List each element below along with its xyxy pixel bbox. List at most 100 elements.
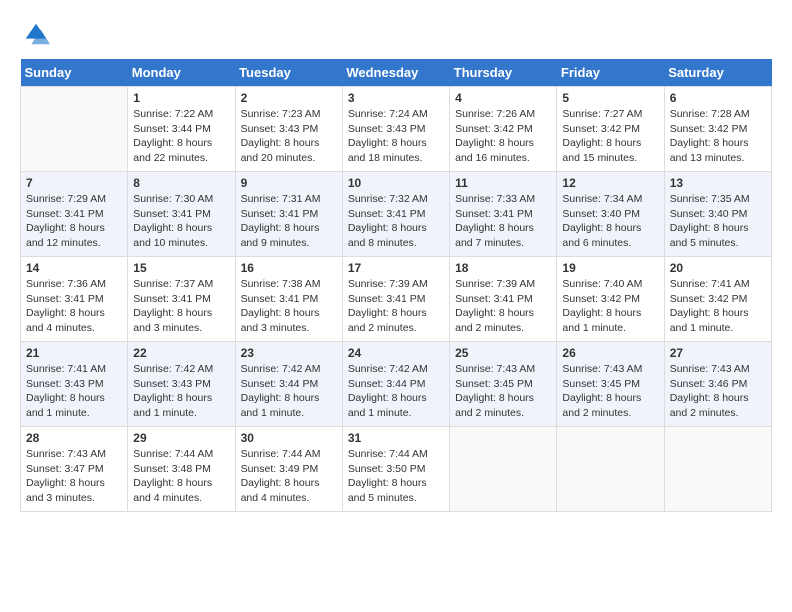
day-number: 28 (26, 431, 122, 445)
calendar-week-row: 14 Sunrise: 7:36 AMSunset: 3:41 PMDayligh… (21, 257, 772, 342)
calendar-cell: 11Sunrise: 7:33 AMSunset: 3:41 PMDayligh… (450, 172, 557, 257)
calendar-cell: 13 Sunrise: 7:35 AMSunset: 3:40 PMDayligh… (664, 172, 771, 257)
calendar-cell: 21 Sunrise: 7:41 AMSunset: 3:43 PMDayligh… (21, 342, 128, 427)
day-info: Sunrise: 7:41 AMSunset: 3:43 PMDaylight:… (26, 362, 122, 421)
calendar-cell: 5 Sunrise: 7:27 AMSunset: 3:42 PMDaylight… (557, 87, 664, 172)
day-info: Sunrise: 7:27 AMSunset: 3:42 PMDaylight:… (562, 107, 658, 166)
calendar-cell: 20 Sunrise: 7:41 AMSunset: 3:42 PMDayligh… (664, 257, 771, 342)
day-info: Sunrise: 7:35 AMSunset: 3:40 PMDaylight:… (670, 192, 766, 251)
day-number: 18 (455, 261, 551, 275)
day-number: 30 (241, 431, 337, 445)
calendar-week-row: 21 Sunrise: 7:41 AMSunset: 3:43 PMDayligh… (21, 342, 772, 427)
day-number: 16 (241, 261, 337, 275)
day-number: 25 (455, 346, 551, 360)
calendar-cell: 3 Sunrise: 7:24 AMSunset: 3:43 PMDaylight… (342, 87, 449, 172)
day-info: Sunrise: 7:39 AMSunset: 3:41 PMDaylight:… (455, 277, 551, 336)
day-info: Sunrise: 7:43 AMSunset: 3:47 PMDaylight:… (26, 447, 122, 506)
day-number: 17 (348, 261, 444, 275)
day-number: 15 (133, 261, 229, 275)
day-of-week-tuesday: Tuesday (235, 59, 342, 87)
calendar-cell: 10 Sunrise: 7:32 AMSunset: 3:41 PMDayligh… (342, 172, 449, 257)
day-info: Sunrise: 7:43 AMSunset: 3:45 PMDaylight:… (455, 362, 551, 421)
day-info: Sunrise: 7:24 AMSunset: 3:43 PMDaylight:… (348, 107, 444, 166)
day-info: Sunrise: 7:32 AMSunset: 3:41 PMDaylight:… (348, 192, 444, 251)
day-number: 7 (26, 176, 122, 190)
day-info: Sunrise: 7:28 AMSunset: 3:42 PMDaylight:… (670, 107, 766, 166)
day-info: Sunrise: 7:42 AMSunset: 3:44 PMDaylight:… (241, 362, 337, 421)
day-info: Sunrise: 7:36 AMSunset: 3:41 PMDaylight:… (26, 277, 122, 336)
calendar-table: SundayMondayTuesdayWednesdayThursdayFrid… (20, 59, 772, 512)
day-number: 9 (241, 176, 337, 190)
calendar-cell (450, 427, 557, 512)
day-number: 3 (348, 91, 444, 105)
day-of-week-friday: Friday (557, 59, 664, 87)
calendar-cell: 12Sunrise: 7:34 AMSunset: 3:40 PMDayligh… (557, 172, 664, 257)
calendar-cell (557, 427, 664, 512)
day-info: Sunrise: 7:38 AMSunset: 3:41 PMDaylight:… (241, 277, 337, 336)
day-number: 23 (241, 346, 337, 360)
day-number: 21 (26, 346, 122, 360)
calendar-week-row: 7 Sunrise: 7:29 AMSunset: 3:41 PMDaylight… (21, 172, 772, 257)
day-number: 29 (133, 431, 229, 445)
day-number: 6 (670, 91, 766, 105)
calendar-cell: 7 Sunrise: 7:29 AMSunset: 3:41 PMDaylight… (21, 172, 128, 257)
day-number: 1 (133, 91, 229, 105)
calendar-cell: 1 Sunrise: 7:22 AMSunset: 3:44 PMDaylight… (128, 87, 235, 172)
calendar-cell: 4 Sunrise: 7:26 AMSunset: 3:42 PMDaylight… (450, 87, 557, 172)
calendar-cell: 22 Sunrise: 7:42 AMSunset: 3:43 PMDayligh… (128, 342, 235, 427)
day-number: 2 (241, 91, 337, 105)
day-number: 10 (348, 176, 444, 190)
calendar-cell: 18 Sunrise: 7:39 AMSunset: 3:41 PMDayligh… (450, 257, 557, 342)
day-info: Sunrise: 7:44 AMSunset: 3:48 PMDaylight:… (133, 447, 229, 506)
day-info: Sunrise: 7:26 AMSunset: 3:42 PMDaylight:… (455, 107, 551, 166)
calendar-cell: 27Sunrise: 7:43 AMSunset: 3:46 PMDayligh… (664, 342, 771, 427)
calendar-cell: 24 Sunrise: 7:42 AMSunset: 3:44 PMDayligh… (342, 342, 449, 427)
calendar-cell: 28 Sunrise: 7:43 AMSunset: 3:47 PMDayligh… (21, 427, 128, 512)
day-number: 31 (348, 431, 444, 445)
day-number: 13 (670, 176, 766, 190)
day-info: Sunrise: 7:34 AMSunset: 3:40 PMDaylight:… (562, 192, 658, 251)
day-number: 8 (133, 176, 229, 190)
day-info: Sunrise: 7:29 AMSunset: 3:41 PMDaylight:… (26, 192, 122, 251)
day-number: 5 (562, 91, 658, 105)
day-info: Sunrise: 7:31 AMSunset: 3:41 PMDaylight:… (241, 192, 337, 251)
day-of-week-sunday: Sunday (21, 59, 128, 87)
day-info: Sunrise: 7:42 AMSunset: 3:43 PMDaylight:… (133, 362, 229, 421)
calendar-cell: 25 Sunrise: 7:43 AMSunset: 3:45 PMDayligh… (450, 342, 557, 427)
day-info: Sunrise: 7:39 AMSunset: 3:41 PMDaylight:… (348, 277, 444, 336)
day-info: Sunrise: 7:44 AMSunset: 3:50 PMDaylight:… (348, 447, 444, 506)
day-info: Sunrise: 7:42 AMSunset: 3:44 PMDaylight:… (348, 362, 444, 421)
day-info: Sunrise: 7:41 AMSunset: 3:42 PMDaylight:… (670, 277, 766, 336)
day-number: 14 (26, 261, 122, 275)
day-of-week-wednesday: Wednesday (342, 59, 449, 87)
day-number: 27 (670, 346, 766, 360)
day-number: 26 (562, 346, 658, 360)
day-number: 22 (133, 346, 229, 360)
logo (20, 20, 50, 53)
calendar-cell: 16 Sunrise: 7:38 AMSunset: 3:41 PMDayligh… (235, 257, 342, 342)
day-of-week-monday: Monday (128, 59, 235, 87)
calendar-cell: 14 Sunrise: 7:36 AMSunset: 3:41 PMDayligh… (21, 257, 128, 342)
day-of-week-saturday: Saturday (664, 59, 771, 87)
calendar-cell (21, 87, 128, 172)
calendar-header-row: SundayMondayTuesdayWednesdayThursdayFrid… (21, 59, 772, 87)
day-info: Sunrise: 7:22 AMSunset: 3:44 PMDaylight:… (133, 107, 229, 166)
day-info: Sunrise: 7:40 AMSunset: 3:42 PMDaylight:… (562, 277, 658, 336)
calendar-cell (664, 427, 771, 512)
day-info: Sunrise: 7:44 AMSunset: 3:49 PMDaylight:… (241, 447, 337, 506)
day-number: 20 (670, 261, 766, 275)
calendar-cell: 31 Sunrise: 7:44 AMSunset: 3:50 PMDayligh… (342, 427, 449, 512)
logo-icon (22, 20, 50, 48)
calendar-cell: 29 Sunrise: 7:44 AMSunset: 3:48 PMDayligh… (128, 427, 235, 512)
day-number: 4 (455, 91, 551, 105)
day-number: 24 (348, 346, 444, 360)
calendar-cell: 17 Sunrise: 7:39 AMSunset: 3:41 PMDayligh… (342, 257, 449, 342)
calendar-cell: 30 Sunrise: 7:44 AMSunset: 3:49 PMDayligh… (235, 427, 342, 512)
calendar-cell: 9 Sunrise: 7:31 AMSunset: 3:41 PMDaylight… (235, 172, 342, 257)
day-of-week-thursday: Thursday (450, 59, 557, 87)
page-header (20, 20, 772, 53)
day-info: Sunrise: 7:23 AMSunset: 3:43 PMDaylight:… (241, 107, 337, 166)
calendar-cell: 2 Sunrise: 7:23 AMSunset: 3:43 PMDaylight… (235, 87, 342, 172)
calendar-cell: 15Sunrise: 7:37 AMSunset: 3:41 PMDayligh… (128, 257, 235, 342)
calendar-week-row: 28 Sunrise: 7:43 AMSunset: 3:47 PMDayligh… (21, 427, 772, 512)
